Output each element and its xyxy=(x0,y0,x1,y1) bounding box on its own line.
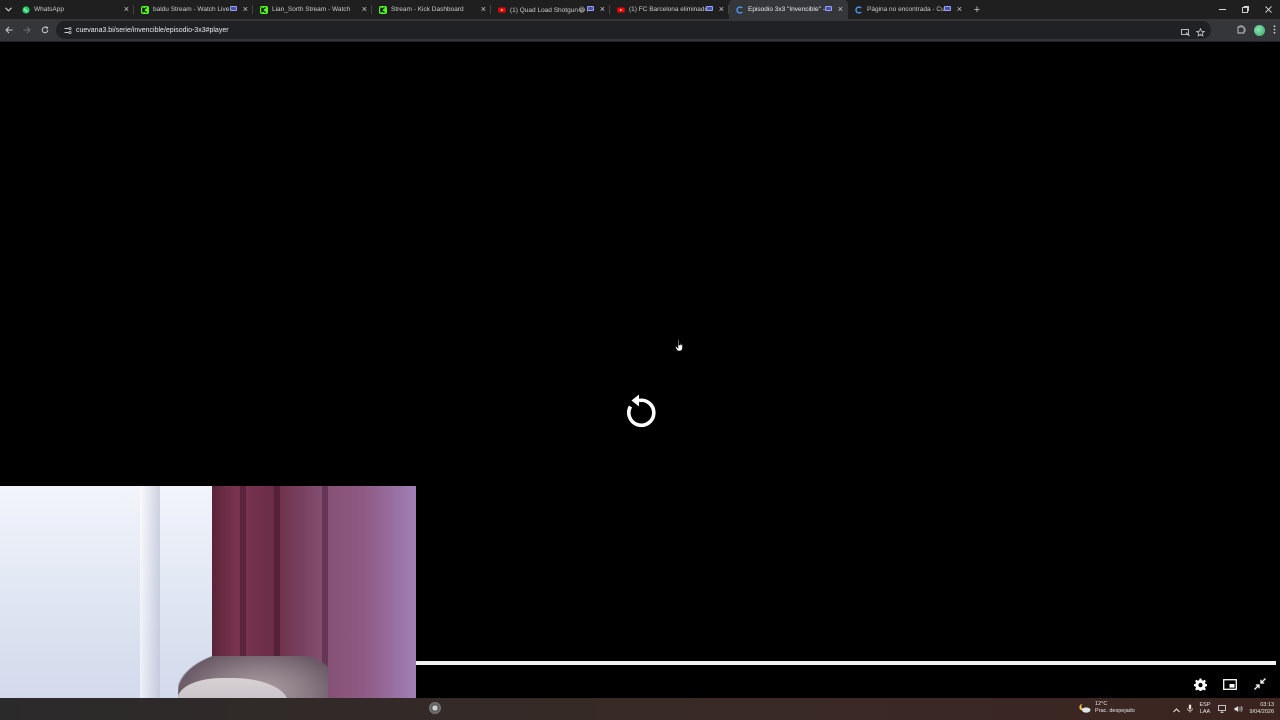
player-controls xyxy=(1192,676,1268,692)
hand-cursor-icon xyxy=(675,339,684,352)
close-icon[interactable]: × xyxy=(124,3,129,15)
site-info-icon[interactable] xyxy=(60,26,76,34)
tab[interactable]: Lian_Sorth Stream - Watch Live × xyxy=(253,0,372,19)
youtube-icon xyxy=(498,6,506,14)
media-playing-icon[interactable] xyxy=(587,6,594,11)
progress-bar[interactable] xyxy=(416,661,1276,665)
weather-desc: Prac. despejado xyxy=(1095,708,1135,714)
chevron-up-icon[interactable] xyxy=(1172,700,1180,718)
kick-icon xyxy=(379,5,387,14)
tab-title: Stream - Kick Dashboard xyxy=(391,6,464,13)
new-tab-button[interactable]: + xyxy=(970,0,984,19)
close-icon[interactable]: × xyxy=(719,3,724,15)
webcam-overlay xyxy=(0,486,416,720)
close-icon[interactable]: × xyxy=(243,3,248,15)
whatsapp-icon xyxy=(22,5,30,14)
media-playing-icon[interactable] xyxy=(706,6,713,11)
tab[interactable]: baldu Stream - Watch Live × xyxy=(134,0,253,19)
volume-icon[interactable] xyxy=(1234,700,1243,718)
picture-in-picture-icon[interactable] xyxy=(1222,676,1238,692)
media-playing-icon[interactable] xyxy=(944,6,951,11)
cuevana-icon xyxy=(736,5,744,14)
tab[interactable]: Stream - Kick Dashboard × xyxy=(372,0,491,19)
settings-gear-icon[interactable] xyxy=(1192,676,1208,692)
extensions-icon[interactable] xyxy=(1237,21,1246,39)
language-line-1: ESP xyxy=(1199,702,1211,708)
tab[interactable]: (1) Quad Load Shotgun😂🤘 × xyxy=(491,0,610,19)
media-playing-icon[interactable] xyxy=(230,6,237,11)
kick-icon xyxy=(141,5,149,14)
weather-text: 12°C Prac. despejado xyxy=(1095,701,1135,715)
youtube-icon xyxy=(617,6,625,14)
language-line-2: LAA xyxy=(1199,709,1211,715)
tab-active[interactable]: Episodio 3x3 "Invencible" - × xyxy=(729,0,848,19)
arrow-right-icon xyxy=(23,26,31,34)
close-icon[interactable]: × xyxy=(362,3,367,15)
tab[interactable]: (1) FC Barcelona eliminado × xyxy=(610,0,729,19)
network-icon[interactable] xyxy=(1217,700,1227,718)
replay-button[interactable] xyxy=(622,393,656,429)
tab-title: Episodio 3x3 "Invencible" - xyxy=(748,6,825,13)
clock-date: 9/04/2026 xyxy=(1249,709,1274,715)
bookmark-star-icon[interactable] xyxy=(1195,24,1206,42)
address-bar[interactable]: cuevana3.bi/serie/invencible/episodio-3x… xyxy=(56,21,1211,39)
profile-avatar[interactable] xyxy=(1254,24,1265,36)
arrow-left-icon xyxy=(5,26,13,34)
weather-widget[interactable]: 12°C Prac. despejado xyxy=(1079,701,1135,715)
reload-icon xyxy=(41,26,49,34)
reload-button[interactable] xyxy=(36,21,54,39)
tab-title: Página no encontrada - Cu xyxy=(867,6,945,13)
cuevana-icon xyxy=(855,5,863,14)
microphone-icon[interactable] xyxy=(1186,700,1193,718)
tab-title: baldu Stream - Watch Live xyxy=(153,6,230,13)
minimize-icon[interactable] xyxy=(1211,0,1234,19)
close-icon[interactable]: × xyxy=(957,3,962,15)
tab-title: Lian_Sorth Stream - Watch Live xyxy=(272,6,350,13)
taskbar: 12°C Prac. despejado ESP LAA 03:13 9/04/… xyxy=(0,698,1280,720)
tab[interactable]: WhatsApp × xyxy=(15,0,134,19)
close-icon[interactable]: × xyxy=(600,3,605,15)
weather-temp: 12°C xyxy=(1095,701,1108,707)
tab-search-button[interactable] xyxy=(1,0,15,19)
partly-cloudy-icon xyxy=(1079,704,1091,713)
replay-icon xyxy=(627,394,656,428)
webcam-wall-edge xyxy=(140,486,160,720)
back-button[interactable] xyxy=(0,21,18,39)
url-text: cuevana3.bi/serie/invencible/episodio-3x… xyxy=(76,26,229,34)
tab-title: (1) FC Barcelona eliminado xyxy=(629,6,707,13)
tab-strip: WhatsApp × baldu Stream - Watch Live × L… xyxy=(0,0,1280,19)
system-tray: ESP LAA 03:13 9/04/2026 xyxy=(1172,698,1274,720)
tab-title: (1) Quad Load Shotgun😂🤘 xyxy=(510,6,588,14)
tab[interactable]: Página no encontrada - Cu × xyxy=(848,0,967,19)
chevron-down-icon xyxy=(4,7,12,12)
language-indicator[interactable]: ESP LAA xyxy=(1200,702,1211,716)
browser-toolbar: cuevana3.bi/serie/invencible/episodio-3x… xyxy=(0,19,1280,42)
window-controls xyxy=(1211,0,1280,19)
exit-fullscreen-icon[interactable] xyxy=(1252,676,1268,692)
restore-icon[interactable] xyxy=(1234,0,1257,19)
close-window-icon[interactable] xyxy=(1257,0,1280,19)
address-bar-actions xyxy=(1181,24,1206,42)
tab-title: WhatsApp xyxy=(34,6,64,13)
install-app-icon[interactable] xyxy=(1181,24,1190,42)
close-icon[interactable]: × xyxy=(481,3,486,15)
forward-button[interactable] xyxy=(18,21,36,39)
close-icon[interactable]: × xyxy=(838,3,843,15)
media-playing-icon[interactable] xyxy=(825,6,832,11)
kick-icon xyxy=(260,5,268,14)
clock[interactable]: 03:13 9/04/2026 xyxy=(1250,702,1274,716)
taskbar-app-icon[interactable] xyxy=(429,702,441,714)
menu-dots-icon[interactable] xyxy=(1273,21,1276,39)
toolbar-right xyxy=(1237,21,1276,39)
tab-list: WhatsApp × baldu Stream - Watch Live × L… xyxy=(15,0,967,19)
clock-time: 03:13 xyxy=(1260,702,1274,708)
